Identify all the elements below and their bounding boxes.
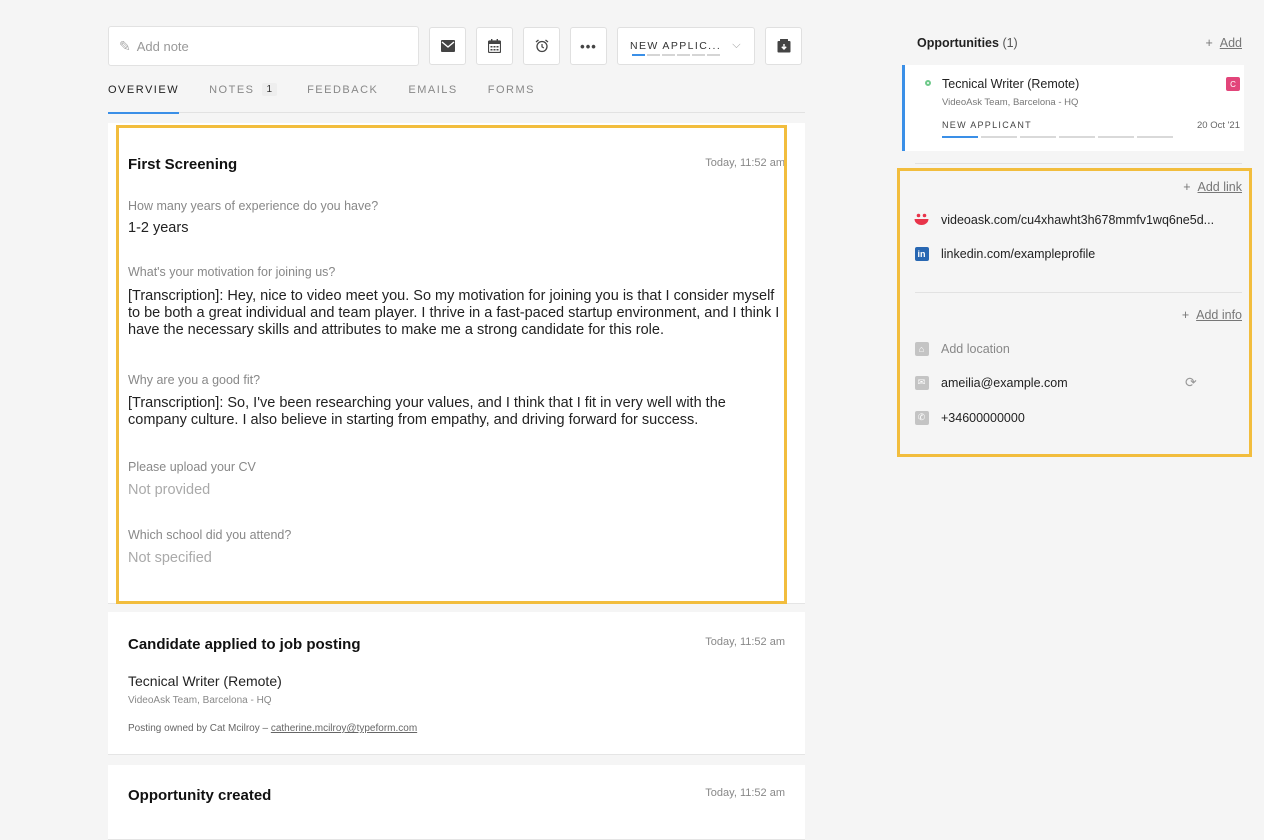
schedule-button[interactable] [476,27,513,65]
opportunity-stage-progress [942,136,1173,138]
opportunity-team: VideoAsk Team, Barcelona - HQ [942,97,1079,108]
job-title: Tecnical Writer (Remote) [128,673,282,689]
tab-notes[interactable]: NOTES 1 [209,83,278,113]
envelope-icon [440,40,455,52]
opportunity-stage: NEW APPLICANT [942,120,1032,130]
applied-card: Candidate applied to job posting Today, … [108,612,805,755]
more-button[interactable]: ••• [570,27,607,65]
opportunities-count: (1) [1002,36,1018,50]
card-title: Candidate applied to job posting [128,636,361,653]
add-opportunity-label: Add [1219,36,1242,50]
reminder-button[interactable] [523,27,560,65]
alarm-clock-icon [535,39,548,53]
opportunity-created-card: Opportunity created Today, 11:52 am [108,765,805,840]
tab-label: OVERVIEW [108,84,180,96]
tab-label: EMAILS [408,84,458,96]
highlight-box [116,125,787,604]
tab-label: FEEDBACK [307,84,379,96]
add-note-placeholder: Add note [136,38,189,54]
status-dot-icon [925,80,931,86]
tab-feedback[interactable]: FEEDBACK [307,84,378,113]
more-dots-icon: ••• [580,38,597,54]
stage-select[interactable]: NEW APPLIC... ⌵ [617,27,755,65]
archive-button[interactable] [765,27,802,65]
tab-emails[interactable]: EMAILS [408,84,457,113]
posting-owner: Posting owned by Cat Mcilroy – catherine… [128,723,417,734]
stage-progress [632,54,720,56]
tab-label: FORMS [487,84,535,96]
opportunities-heading: Opportunities [917,36,999,50]
card-timestamp: Today, 11:52 am [705,636,785,648]
posting-owner-prefix: Posting owned by Cat Mcilroy – [128,723,271,734]
calendar-icon [488,39,501,53]
chevron-down-icon: ⌵ [732,39,742,51]
add-note-input[interactable]: ✎ Add note [108,26,419,66]
notes-count-badge: 1 [261,83,278,96]
divider [915,163,1242,164]
opportunity-card[interactable]: Tecnical Writer (Remote) VideoAsk Team, … [902,65,1244,151]
tab-overview[interactable]: OVERVIEW [108,84,180,114]
opportunity-title: Tecnical Writer (Remote) [942,77,1080,91]
highlight-box [897,168,1252,457]
pencil-icon: ✎ [119,37,131,54]
stage-select-value: NEW APPLIC... [630,40,722,52]
owner-tag: C [1226,77,1240,91]
card-timestamp: Today, 11:52 am [705,787,785,799]
profile-tabs: OVERVIEW NOTES 1 FEEDBACK EMAILS FORMS [108,83,805,114]
job-team: VideoAsk Team, Barcelona - HQ [128,695,272,706]
opportunity-date: 20 Oct '21 [1196,120,1240,131]
tab-label: NOTES [209,84,255,96]
archive-icon [777,39,790,53]
opportunities-header: Opportunities (1) + Add [917,36,1242,50]
email-button[interactable] [429,27,466,65]
tab-forms[interactable]: FORMS [488,84,535,113]
posting-owner-email-link[interactable]: catherine.mcilroy@typeform.com [271,723,417,734]
add-opportunity-link[interactable]: + Add [1206,36,1243,50]
card-title: Opportunity created [128,787,272,804]
toolbar: ✎ Add note ••• NEW APPLIC... ⌵ [108,26,802,66]
